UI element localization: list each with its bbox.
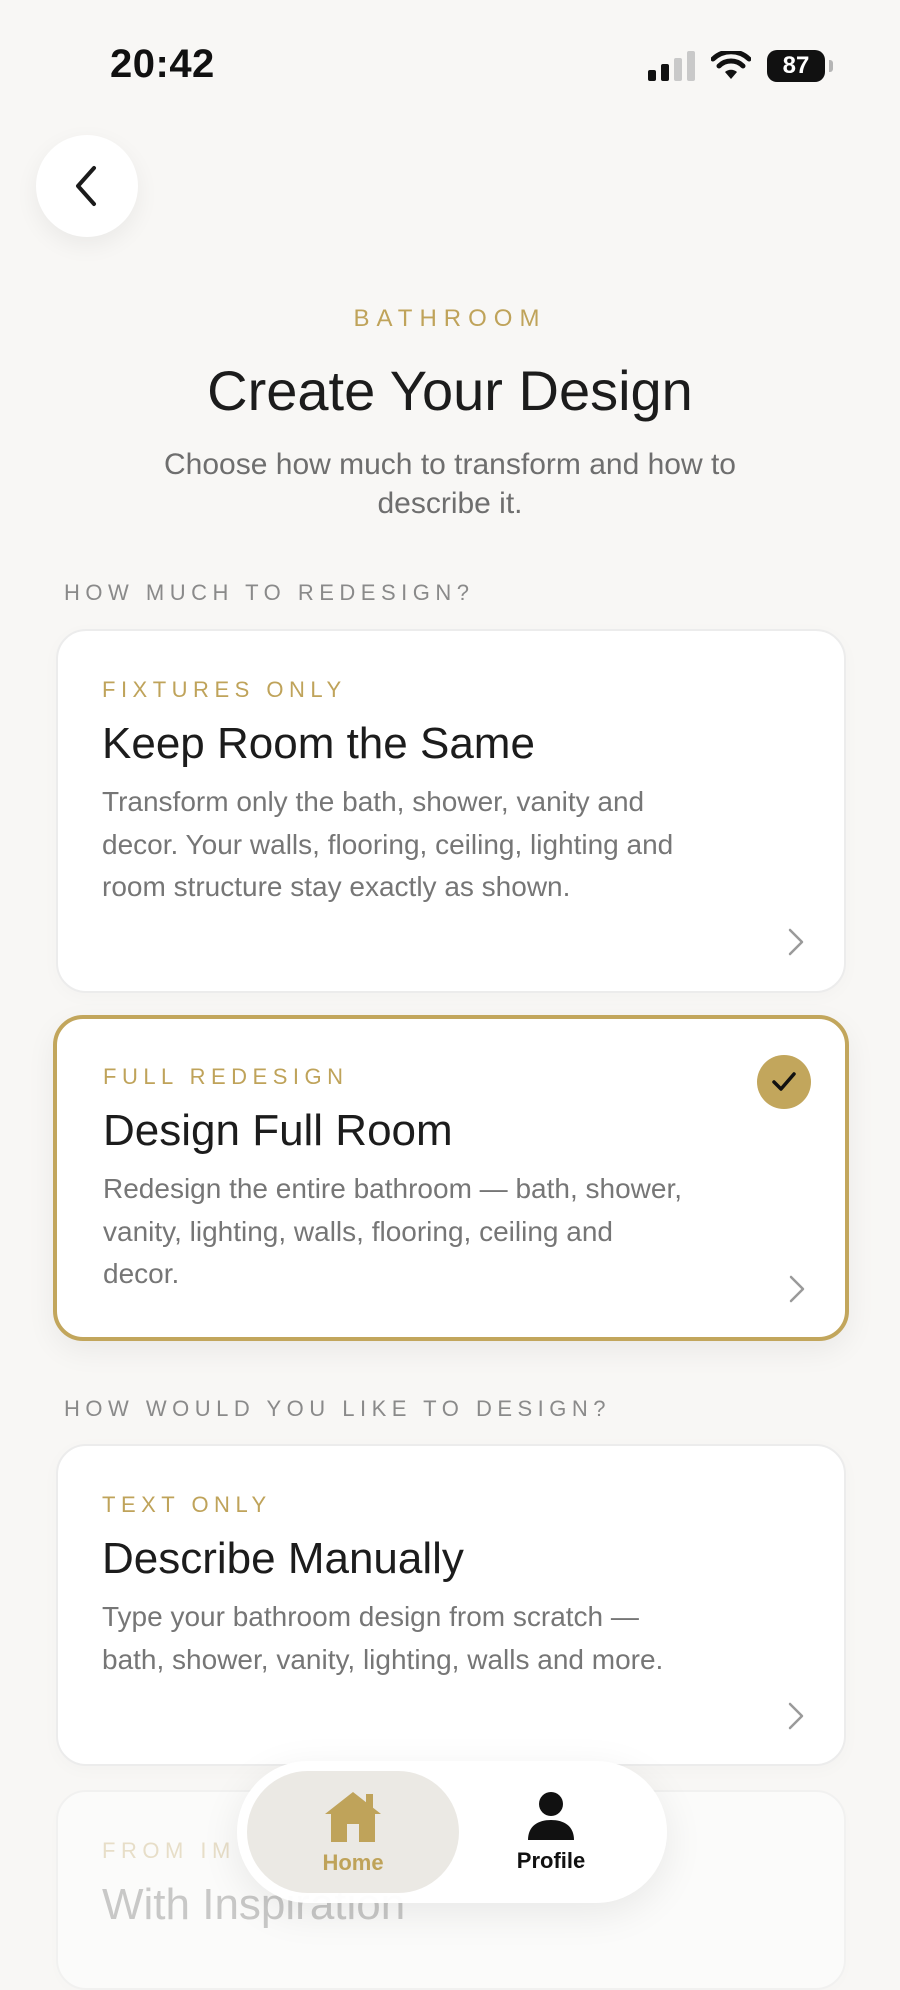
checkmark-icon <box>772 1072 796 1091</box>
battery-level: 87 <box>782 52 810 79</box>
battery-icon: 87 <box>767 50 833 82</box>
card-eyebrow: FROM IM <box>102 1838 236 1863</box>
signal-icon <box>648 51 695 81</box>
section-label-method: HOW WOULD YOU LIKE TO DESIGN? <box>64 1396 612 1421</box>
chevron-right-icon <box>789 1275 805 1303</box>
tab-label: Profile <box>516 1848 586 1873</box>
status-time: 20:42 <box>110 42 215 86</box>
section-label-redesign: HOW MUCH TO REDESIGN? <box>64 580 475 605</box>
wifi-icon <box>711 51 751 79</box>
option-card-text-only[interactable]: TEXT ONLY Describe Manually Type your ba… <box>56 1444 846 1766</box>
card-title: Describe Manually <box>102 1534 464 1583</box>
card-description: Type your bathroom design from scratch —… <box>102 1601 664 1675</box>
chevron-right-icon <box>788 1702 804 1730</box>
card-title: Design Full Room <box>103 1106 453 1155</box>
tab-profile[interactable]: Profile <box>445 1771 657 1893</box>
back-button[interactable] <box>36 135 138 237</box>
option-card-full-redesign[interactable]: FULL REDESIGN Design Full Room Redesign … <box>53 1015 849 1341</box>
card-eyebrow: TEXT ONLY <box>102 1492 272 1517</box>
card-eyebrow: FIXTURES ONLY <box>102 677 347 702</box>
card-title: Keep Room the Same <box>102 719 535 768</box>
card-description: Transform only the bath, shower, vanity … <box>102 786 674 902</box>
home-icon <box>325 1792 381 1842</box>
tab-home[interactable]: Home <box>247 1771 459 1893</box>
status-icons: 87 <box>648 50 833 82</box>
room-type-label: BATHROOM <box>353 305 547 332</box>
card-description: Redesign the entire bathroom — bath, sho… <box>103 1173 683 1289</box>
chevron-right-icon <box>788 928 804 956</box>
person-icon <box>528 1792 574 1840</box>
status-bar: 20:42 87 <box>0 0 900 130</box>
option-card-fixtures-only[interactable]: FIXTURES ONLY Keep Room the Same Transfo… <box>56 629 846 993</box>
page-title: Create Your Design <box>207 359 693 422</box>
selected-check-badge <box>757 1055 811 1109</box>
chevron-left-icon <box>76 166 96 206</box>
tab-bar: Home Profile <box>237 1761 667 1903</box>
tab-label: Home <box>322 1850 384 1875</box>
page-subtitle: Choose how much to transform and how to … <box>164 448 736 520</box>
card-eyebrow: FULL REDESIGN <box>103 1064 349 1089</box>
